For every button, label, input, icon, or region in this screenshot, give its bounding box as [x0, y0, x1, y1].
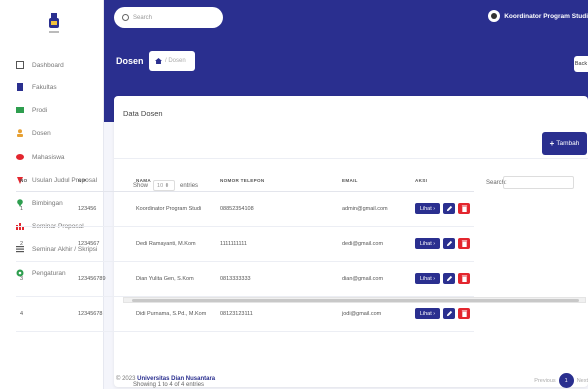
col-header-nip[interactable]: NIP — [74, 171, 132, 192]
next-button[interactable]: Next — [577, 378, 588, 384]
cell-telepon: 0813333333 — [216, 261, 338, 297]
horizontal-scrollbar[interactable] — [123, 297, 586, 303]
sidebar-item-prodi[interactable]: Prodi — [16, 103, 47, 117]
col-header-email[interactable]: EMAIL — [338, 171, 411, 192]
table-search-input[interactable] — [503, 176, 574, 189]
dosen-table: NO ⬍ NIP NAMA NOMOR TELEPON EMAIL AKSI 1 … — [16, 171, 474, 332]
app-logo — [49, 13, 59, 33]
user-menu[interactable]: Koordinator Program Studi — [488, 10, 588, 22]
cell-no: 3 — [16, 261, 74, 297]
add-button[interactable]: + Tambah — [542, 132, 587, 155]
view-button[interactable]: Lihat › — [415, 238, 440, 249]
search-input[interactable]: Search — [114, 7, 223, 28]
trash-icon — [461, 275, 467, 282]
col-header-no[interactable]: NO ⬍ — [16, 171, 74, 192]
cell-no: 1 — [16, 191, 74, 227]
cell-aksi: Lihat › — [411, 191, 474, 227]
table-info: Showing 1 to 4 of 4 entries — [133, 382, 205, 388]
page-title: Dosen — [116, 56, 144, 66]
pencil-icon — [446, 310, 452, 317]
cell-nama: Koordinator Program Studi — [132, 191, 216, 227]
footer-org: Universitas Dian Nusantara — [137, 376, 216, 382]
cell-aksi: Lihat › — [411, 226, 474, 262]
cell-nama: Dian Yulita Gen, S.Kom — [132, 261, 216, 297]
search-icon — [122, 14, 129, 21]
pagination: Previous 1 Next — [534, 373, 588, 388]
delete-button[interactable] — [458, 238, 470, 249]
cell-email: dedi@gmail.com — [338, 226, 411, 262]
sidebar-item-label: Fakultas — [32, 83, 57, 91]
table-row: 2 1234567 Dedi Ramayanti, M.Kom 11111111… — [16, 226, 474, 262]
cell-nip: 123456789 — [74, 261, 132, 297]
building-icon — [17, 83, 23, 91]
breadcrumb-current: / Dosen — [165, 58, 186, 64]
view-button[interactable]: Lihat › — [415, 273, 440, 284]
add-button-label: Tambah — [556, 140, 580, 147]
book-icon — [16, 107, 24, 113]
back-button[interactable]: Back — [574, 56, 588, 72]
cell-no: 2 — [16, 226, 74, 262]
cell-email: admin@gmail.com — [338, 191, 411, 227]
prev-button[interactable]: Previous — [534, 378, 555, 384]
sidebar-item-label: Prodi — [32, 106, 48, 114]
page-1-button[interactable]: 1 — [558, 373, 574, 388]
cell-email: dian@gmail.com — [338, 261, 411, 297]
edit-button[interactable] — [443, 273, 455, 284]
pencil-icon — [446, 275, 452, 282]
cell-no: 4 — [16, 296, 74, 332]
pencil-icon — [446, 205, 452, 212]
table-row: 1 123456 Koordinator Program Studi 08852… — [16, 191, 474, 227]
scrollbar-thumb[interactable] — [132, 299, 579, 302]
plus-icon: + — [549, 139, 555, 148]
cell-nip: 1234567 — [74, 226, 132, 262]
sidebar-item-dashboard[interactable]: Dashboard — [16, 58, 64, 72]
edit-button[interactable] — [443, 203, 455, 214]
user-name: Koordinator Program Studi — [504, 12, 588, 20]
pencil-icon — [446, 240, 452, 247]
edit-button[interactable] — [443, 308, 455, 319]
dashboard-icon — [16, 61, 24, 69]
edit-button[interactable] — [443, 238, 455, 249]
delete-button[interactable] — [458, 273, 470, 284]
view-button[interactable]: Lihat › — [415, 308, 440, 319]
divider — [114, 158, 588, 159]
search-placeholder: Search — [133, 14, 153, 21]
cell-nama: Dedi Ramayanti, M.Kom — [132, 226, 216, 262]
sidebar-item-label: Dashboard — [32, 61, 64, 69]
footer: © 2023 Universitas Dian Nusantara — [116, 376, 215, 382]
sidebar-item-dosen[interactable]: Dosen — [16, 126, 51, 140]
trash-icon — [461, 205, 467, 212]
col-header-nama[interactable]: NAMA — [132, 171, 216, 192]
view-button[interactable]: Lihat › — [415, 203, 440, 214]
trash-icon — [461, 240, 467, 247]
table-row: 3 123456789 Dian Yulita Gen, S.Kom 08133… — [16, 261, 474, 297]
home-icon[interactable] — [155, 58, 162, 64]
cell-telepon: 08852354108 — [216, 191, 338, 227]
users-icon — [16, 154, 24, 160]
footer-copyright: © 2023 — [116, 376, 136, 382]
delete-button[interactable] — [458, 203, 470, 214]
sidebar-item-label: Dosen — [32, 129, 51, 137]
sidebar-item-fakultas[interactable]: Fakultas — [16, 80, 57, 94]
col-header-aksi: AKSI — [411, 171, 474, 192]
table-header-row: NO ⬍ NIP NAMA NOMOR TELEPON EMAIL AKSI — [16, 171, 474, 192]
col-header-telepon[interactable]: NOMOR TELEPON — [216, 171, 338, 192]
sidebar-item-mahasiswa[interactable]: Mahasiswa — [16, 150, 65, 164]
avatar — [488, 10, 501, 22]
sidebar-item-label: Mahasiswa — [32, 153, 65, 161]
cell-telepon: 1111111111 — [216, 226, 338, 262]
trash-icon — [461, 310, 467, 317]
cell-nip: 123456 — [74, 191, 132, 227]
user-icon — [17, 129, 23, 137]
card-title: Data Dosen — [123, 109, 163, 118]
cell-aksi: Lihat › — [411, 261, 474, 297]
breadcrumb: / Dosen — [149, 51, 195, 71]
delete-button[interactable] — [458, 308, 470, 319]
